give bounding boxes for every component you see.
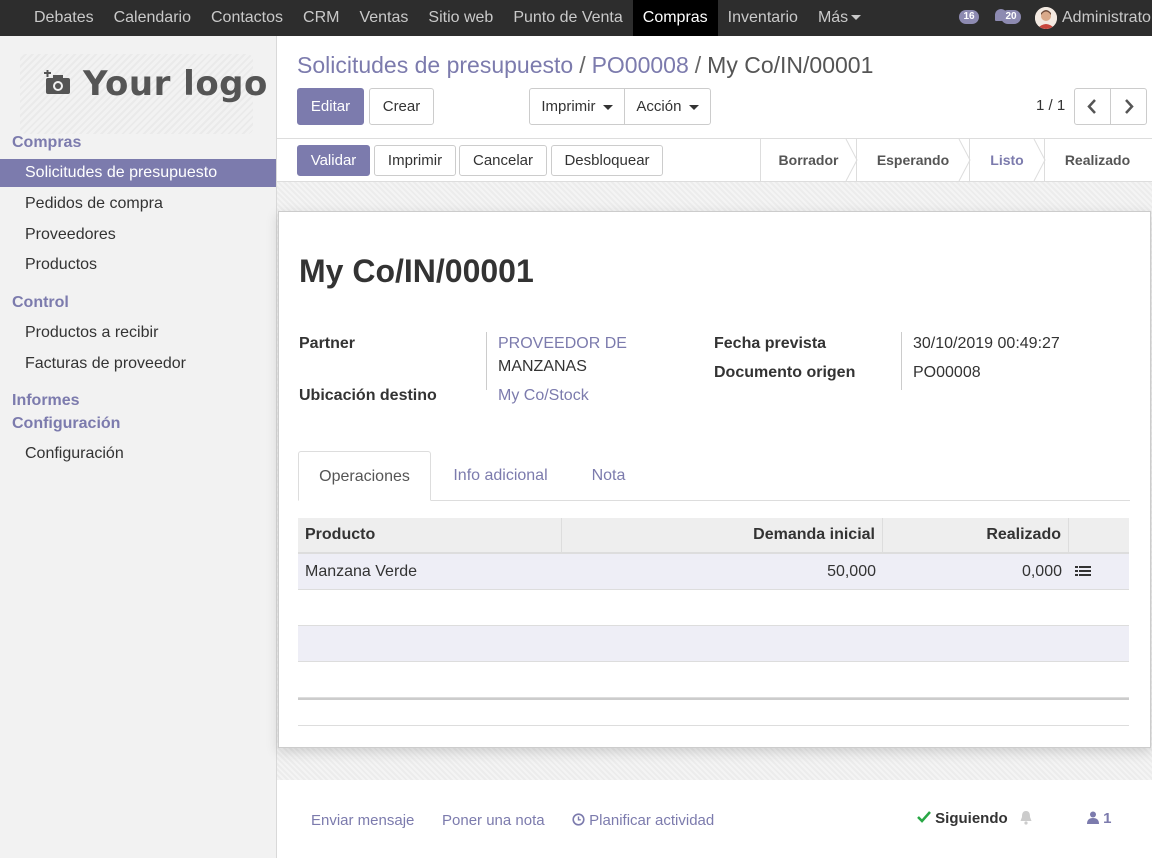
list-icon[interactable] [1075,565,1091,579]
table-row-empty [298,662,1129,698]
top-navbar: Debates Calendario Contactos CRM Ventas … [0,0,1152,36]
caret-down-icon [688,104,699,110]
sidebar-item-facturas[interactable]: Facturas de proveedor [0,350,276,378]
check-icon [917,811,931,823]
sidebar-item-configuracion[interactable]: Configuración [0,440,276,468]
breadcrumb-current: My Co/IN/00001 [707,52,874,78]
origin-label: Documento origen [714,364,856,381]
schedule-activity-label: Planificar actividad [589,812,715,829]
sidebar-section-configuracion[interactable]: Configuración [12,415,120,433]
menu-sitio-web[interactable]: Sitio web [418,0,503,36]
app-menu: Debates Calendario Contactos CRM Ventas … [24,0,871,36]
table-row-empty [298,626,1129,662]
field-divider [901,332,902,390]
menu-calendario[interactable]: Calendario [104,0,201,36]
origin-value: PO00008 [913,364,981,381]
breadcrumb-root[interactable]: Solicitudes de presupuesto [297,52,573,78]
messages-icon[interactable]: 20 [993,0,1023,36]
menu-compras[interactable]: Compras [632,0,718,36]
sidebar-item-productos[interactable]: Productos [0,251,276,279]
menu-inventario[interactable]: Inventario [718,0,808,36]
send-message-button[interactable]: Enviar mensaje [311,812,414,829]
print-button[interactable]: Imprimir [374,145,456,176]
sidebar-item-solicitudes[interactable]: Solicitudes de presupuesto [0,159,276,187]
messages-badge: 20 [1001,10,1021,24]
table-footer [298,698,1129,726]
activities-icon[interactable]: 16 [957,0,983,36]
chevron-right-icon [1125,99,1134,114]
cell-product: Manzana Verde [305,563,418,580]
cell-done: 0,000 [1021,563,1062,580]
action-label: Acción [636,98,682,115]
edit-button[interactable]: Editar [297,88,364,125]
breadcrumb-separator: / [579,52,586,78]
followers-button[interactable]: 1 [1087,810,1112,827]
sidebar-section-informes[interactable]: Informes [12,392,80,410]
caret-down-icon [851,15,862,21]
tab-info-adicional[interactable]: Info adicional [434,451,567,501]
bell-icon[interactable] [1019,810,1033,825]
partner-value[interactable]: PROVEEDOR DE [498,335,627,353]
column-demanda-inicial[interactable]: Demanda inicial [562,518,883,552]
pager-value[interactable]: 1 / 1 [1036,97,1065,114]
cell-demand: 50,000 [827,563,876,580]
followers-count: 1 [1103,810,1112,827]
sidebar: Your logo Compras Solicitudes de presupu… [0,36,277,858]
print-label: Imprimir [541,98,596,115]
logo-text: Your logo [83,64,268,104]
sidebar-section-compras[interactable]: Compras [12,134,81,152]
partner-label: Partner [299,335,356,352]
menu-mas-label: Más [817,9,849,26]
create-button[interactable]: Crear [369,88,434,125]
menu-crm[interactable]: CRM [293,0,349,36]
menu-contactos[interactable]: Contactos [201,0,293,36]
pager-next-button[interactable] [1110,88,1147,125]
menu-punto-de-venta[interactable]: Punto de Venta [503,0,632,36]
record-title: My Co/IN/00001 [299,253,534,289]
table-row-empty [298,590,1129,626]
sidebar-item-productos-recibir[interactable]: Productos a recibir [0,319,276,347]
tab-operaciones[interactable]: Operaciones [298,451,431,501]
validate-button[interactable]: Validar [297,145,370,176]
table-row[interactable]: Manzana Verde 50,000 0,000 [298,554,1129,590]
breadcrumb-parent[interactable]: PO00008 [592,52,689,78]
avatar[interactable] [1035,7,1057,29]
user-icon [1087,811,1099,824]
breadcrumb-separator: / [694,52,702,78]
schedule-activity-button[interactable]: Planificar actividad [572,812,714,829]
following-label: Siguiendo [935,810,1008,827]
destination-label: Ubicación destino [299,387,437,404]
sidebar-section-control[interactable]: Control [12,294,69,312]
stage-arrows [845,139,1046,181]
action-dropdown[interactable]: Acción [624,88,711,125]
field-divider [486,332,487,390]
scheduled-date-value: 30/10/2019 00:49:27 [913,335,1060,352]
camera-icon [44,70,70,94]
activities-badge: 16 [959,10,979,24]
pager-previous-button[interactable] [1074,88,1111,125]
destination-value[interactable]: My Co/Stock [498,387,589,405]
table-header: Producto Demanda inicial Realizado [298,518,1129,554]
scheduled-date-label: Fecha prevista [714,335,827,352]
print-dropdown[interactable]: Imprimir [529,88,625,125]
unlock-button[interactable]: Desbloquear [551,145,663,176]
sidebar-item-pedidos[interactable]: Pedidos de compra [0,190,276,218]
user-menu[interactable]: Administrato [1062,0,1151,36]
clock-icon [572,813,585,826]
status-bar: Validar Imprimir Cancelar Desbloquear Bo… [277,138,1152,182]
menu-mas[interactable]: Más [808,0,871,36]
cancel-button[interactable]: Cancelar [459,145,547,176]
caret-down-icon [602,104,613,110]
partner-value-line2: MANZANAS [498,358,587,375]
tab-nota[interactable]: Nota [570,451,647,501]
chevron-left-icon [1087,99,1096,114]
menu-debates[interactable]: Debates [24,0,104,36]
column-realizado[interactable]: Realizado [883,518,1069,552]
log-note-button[interactable]: Poner una nota [442,812,545,829]
breadcrumb: Solicitudes de presupuesto / PO00008/My Co… [297,52,873,79]
column-producto[interactable]: Producto [298,518,562,552]
sidebar-item-proveedores[interactable]: Proveedores [0,221,276,249]
menu-ventas[interactable]: Ventas [349,0,418,36]
following-button[interactable]: Siguiendo [917,810,1008,827]
